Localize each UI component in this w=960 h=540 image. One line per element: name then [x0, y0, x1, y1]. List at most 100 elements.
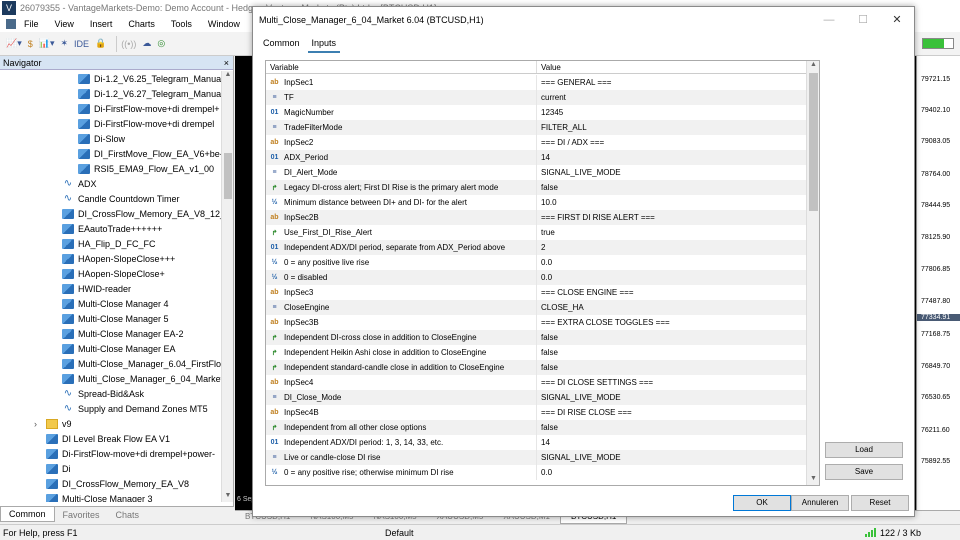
tab-chats[interactable]: Chats [108, 508, 148, 522]
indicator-chart-icon[interactable]: 📈▾ [6, 36, 22, 52]
navigator-item[interactable]: Multi-Close Manager EA [0, 341, 222, 356]
input-value-cell[interactable]: === DI RISE CLOSE === [537, 408, 807, 417]
navigator-item[interactable]: DI_CrossFlow_Memory_EA_V8_12_Sp [0, 206, 222, 221]
signal-icon[interactable]: ((•)) [121, 36, 136, 52]
window-menu-icon[interactable] [6, 19, 16, 29]
input-value-cell[interactable]: === DI / ADX === [537, 138, 807, 147]
navigator-item[interactable]: RSI5_EMA9_Flow_EA_v1_00 [0, 161, 222, 176]
input-row[interactable]: 01 MagicNumber 12345 [266, 105, 807, 120]
scroll-thumb[interactable] [224, 153, 232, 199]
input-row[interactable]: ↱ Independent DI-cross close in addition … [266, 330, 807, 345]
input-value-cell[interactable]: 0.0 [537, 258, 807, 267]
navigator-item[interactable]: ∿ Supply and Demand Zones MT5 [0, 401, 222, 416]
input-value-cell[interactable]: === DI CLOSE SETTINGS === [537, 378, 807, 387]
navigator-item[interactable]: Di-1.2_V6.25_Telegram_ManualTa [0, 71, 222, 86]
navigator-item[interactable]: DI_CrossFlow_Memory_EA_V8 [0, 476, 222, 491]
input-row[interactable]: ab InpSec2B === FIRST DI RISE ALERT === [266, 210, 807, 225]
navigator-item[interactable]: Multi-Close Manager EA-2 [0, 326, 222, 341]
input-value-cell[interactable]: false [537, 348, 807, 357]
ok-button[interactable]: OK [733, 495, 791, 511]
navigator-item[interactable]: Multi_Close_Manager_6_04_Market [0, 371, 222, 386]
load-button[interactable]: Load [825, 442, 903, 458]
input-row[interactable]: ≡ Live or candle-close DI rise SIGNAL_LIVE… [266, 450, 807, 465]
scroll-thumb[interactable] [809, 73, 818, 211]
navigator-item[interactable]: Di-FirstFlow-move+di drempel+ [0, 101, 222, 116]
input-row[interactable]: 01 ADX_Period 14 [266, 150, 807, 165]
input-row[interactable]: ↱ Use_First_DI_Rise_Alert true [266, 225, 807, 240]
input-row[interactable]: ↱ Legacy DI-cross alert; First DI Rise is… [266, 180, 807, 195]
input-value-cell[interactable]: false [537, 423, 807, 432]
navigator-item[interactable]: ∿ ADX [0, 176, 222, 191]
navigator-item[interactable]: Multi-Close Manager 5 [0, 311, 222, 326]
navigator-item[interactable]: Multi-Close Manager 3 [0, 491, 222, 502]
navigator-item[interactable]: Di [0, 461, 222, 476]
input-row[interactable]: ½ Minimum distance between DI+ and DI- fo… [266, 195, 807, 210]
navigator-scrollbar[interactable]: ▲ ▼ [221, 71, 233, 502]
input-value-cell[interactable]: 0.0 [537, 468, 807, 477]
menu-item-charts[interactable]: Charts [128, 19, 155, 29]
navigator-item[interactable]: Multi-Close_Manager_6.04_FirstFlow [0, 356, 222, 371]
maximize-icon[interactable]: ☐ [846, 7, 880, 33]
navigator-item[interactable]: ∿ Candle Countdown Timer [0, 191, 222, 206]
folder-item[interactable]: › v9 [0, 416, 222, 431]
input-row[interactable]: 01 Independent ADX/DI period: 1, 3, 14, 3… [266, 435, 807, 450]
chevron-right-icon[interactable]: › [34, 419, 42, 429]
input-value-cell[interactable]: === GENERAL === [537, 78, 807, 87]
tab-inputs[interactable]: Inputs [307, 37, 341, 53]
column-header-variable[interactable]: Variable [266, 61, 537, 73]
menu-item-insert[interactable]: Insert [90, 19, 113, 29]
dollar-icon[interactable]: $ [28, 36, 33, 52]
scroll-down-icon[interactable]: ▼ [807, 475, 819, 485]
tab-common[interactable]: Common [259, 37, 304, 53]
input-row[interactable]: ab InpSec1 === GENERAL === [266, 75, 807, 90]
lock-icon[interactable]: 🔒 [95, 36, 106, 52]
navigator-item[interactable]: Di-FirstFlow-move+di drempel [0, 116, 222, 131]
reset-button[interactable]: Reset [851, 495, 909, 511]
input-value-cell[interactable]: true [537, 228, 807, 237]
input-row[interactable]: ≡ CloseEngine CLOSE_HA [266, 300, 807, 315]
input-value-cell[interactable]: === FIRST DI RISE ALERT === [537, 213, 807, 222]
minimize-icon[interactable]: — [812, 7, 846, 33]
ide-button[interactable]: IDE [74, 36, 89, 52]
cloud-icon[interactable]: ☁ [142, 36, 151, 52]
input-row[interactable]: ½ 0 = disabled 0.0 [266, 270, 807, 285]
input-row[interactable]: ≡ TradeFilterMode FILTER_ALL [266, 120, 807, 135]
tab-common[interactable]: Common [0, 507, 55, 522]
input-value-cell[interactable]: === CLOSE ENGINE === [537, 288, 807, 297]
input-value-cell[interactable]: SIGNAL_LIVE_MODE [537, 453, 807, 462]
navigator-item[interactable]: EAautoTrade++++++ [0, 221, 222, 236]
navigator-item[interactable]: Multi-Close Manager 4 [0, 296, 222, 311]
input-value-cell[interactable]: 0.0 [537, 273, 807, 282]
input-value-cell[interactable]: 2 [537, 243, 807, 252]
input-value-cell[interactable]: 14 [537, 153, 807, 162]
input-value-cell[interactable]: 14 [537, 438, 807, 447]
input-row[interactable]: ab InpSec3B === EXTRA CLOSE TOGGLES === [266, 315, 807, 330]
cancel-button[interactable]: Annuleren [791, 495, 849, 511]
input-value-cell[interactable]: false [537, 363, 807, 372]
input-value-cell[interactable]: current [537, 93, 807, 102]
input-row[interactable]: ab InpSec4 === DI CLOSE SETTINGS === [266, 375, 807, 390]
input-row[interactable]: ab InpSec2 === DI / ADX === [266, 135, 807, 150]
input-row[interactable]: ↱ Independent Heikin Ashi close in additi… [266, 345, 807, 360]
input-value-cell[interactable]: SIGNAL_LIVE_MODE [537, 168, 807, 177]
input-value-cell[interactable]: 10.0 [537, 198, 807, 207]
input-value-cell[interactable]: CLOSE_HA [537, 303, 807, 312]
scroll-up-icon[interactable]: ▲ [807, 61, 819, 71]
navigator-item[interactable]: HAopen-SlopeClose+ [0, 266, 222, 281]
tab-favorites[interactable]: Favorites [55, 508, 108, 522]
close-icon[interactable]: ✕ [880, 7, 914, 33]
navigator-item[interactable]: HWID-reader [0, 281, 222, 296]
algo-icon[interactable]: ✶ [60, 36, 68, 52]
navigator-item[interactable]: HA_Flip_D_FC_FC [0, 236, 222, 251]
navigator-item[interactable]: DI_FirstMove_Flow_EA_V6+be-sl [0, 146, 222, 161]
input-row[interactable]: ab InpSec3 === CLOSE ENGINE === [266, 285, 807, 300]
grid-scrollbar[interactable]: ▲ ▼ [806, 61, 819, 485]
input-row[interactable]: ½ 0 = any positive live rise 0.0 [266, 255, 807, 270]
close-icon[interactable]: × [224, 58, 229, 68]
vps-icon[interactable]: ◎ [157, 36, 165, 52]
scroll-up-icon[interactable]: ▲ [222, 71, 234, 81]
input-value-cell[interactable]: 12345 [537, 108, 807, 117]
scroll-down-icon[interactable]: ▼ [222, 492, 234, 502]
input-value-cell[interactable]: false [537, 333, 807, 342]
menu-item-view[interactable]: View [55, 19, 74, 29]
